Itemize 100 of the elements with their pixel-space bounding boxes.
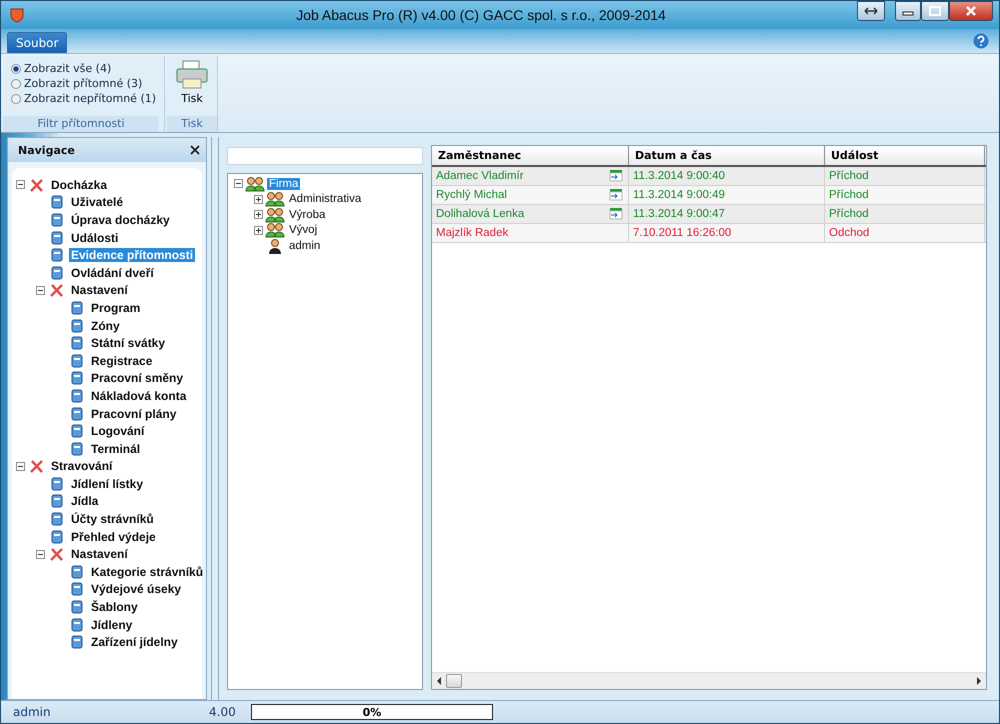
menu-tab[interactable]: Soubor bbox=[7, 32, 68, 53]
right-arrow-icon[interactable] bbox=[976, 677, 982, 685]
item-icon bbox=[69, 335, 85, 352]
tree-item[interactable]: Výroba bbox=[287, 208, 328, 221]
item-icon bbox=[69, 370, 85, 386]
nav-item[interactable]: Nákladová konta bbox=[89, 388, 188, 403]
nav-item[interactable]: Výdejové úseky bbox=[89, 582, 184, 596]
table-cell: Příchod bbox=[829, 189, 869, 201]
tree-item[interactable]: Administrativa bbox=[287, 193, 364, 206]
nav-item[interactable]: Uživatelé bbox=[69, 195, 126, 210]
collapse-icon[interactable] bbox=[36, 550, 45, 559]
nav-item[interactable]: Státní svátky bbox=[89, 336, 168, 350]
expand-icon[interactable] bbox=[254, 226, 263, 235]
nav-item[interactable]: Program bbox=[89, 300, 142, 315]
status-version: 4.00 bbox=[209, 705, 237, 719]
tools-icon bbox=[29, 458, 45, 474]
nav-item[interactable]: Evidence přítomnosti bbox=[69, 248, 196, 262]
close-icon bbox=[965, 6, 977, 16]
item-icon bbox=[49, 194, 65, 210]
nav-item[interactable]: Nastavení bbox=[69, 283, 130, 298]
expand-icon[interactable] bbox=[254, 194, 263, 204]
tree-item[interactable]: admin bbox=[287, 240, 322, 252]
item-icon bbox=[69, 440, 85, 457]
left-arrow-icon[interactable] bbox=[436, 677, 442, 685]
item-icon bbox=[49, 528, 65, 545]
item-icon bbox=[69, 300, 85, 316]
nav-item[interactable]: Pracovní směny bbox=[89, 371, 186, 386]
item-icon bbox=[49, 493, 65, 510]
table-cell: 11.3.2014 9:00:49 bbox=[633, 189, 725, 201]
item-icon bbox=[69, 406, 85, 422]
maximize-icon bbox=[929, 6, 941, 16]
tree-item[interactable]: Vývoj bbox=[287, 224, 320, 236]
item-icon bbox=[69, 423, 85, 440]
tree-item[interactable]: Firma bbox=[267, 178, 300, 190]
item-icon bbox=[49, 264, 65, 281]
nav-item[interactable]: Terminál bbox=[89, 442, 142, 456]
expand-icon[interactable] bbox=[254, 210, 263, 220]
nav-item[interactable]: Registrace bbox=[89, 354, 154, 368]
tools-icon bbox=[49, 546, 65, 562]
table-cell: Příchod bbox=[829, 208, 869, 220]
column-header[interactable]: Datum a čas bbox=[629, 146, 825, 165]
nav-item[interactable]: Jídlení lístky bbox=[69, 476, 146, 491]
nav-item[interactable]: Nastavení bbox=[69, 547, 130, 562]
column-header[interactable]: Zaměstnanec bbox=[432, 146, 629, 165]
minimize-button[interactable] bbox=[895, 1, 921, 21]
collapse-icon[interactable] bbox=[16, 462, 25, 471]
radio-option[interactable]: Zobrazit přítomné (3) bbox=[11, 77, 156, 90]
nav-item[interactable]: Stravování bbox=[49, 459, 114, 474]
item-icon bbox=[69, 352, 85, 369]
column-header[interactable]: Událost bbox=[825, 146, 985, 165]
search-field[interactable] bbox=[227, 147, 423, 165]
item-icon bbox=[69, 564, 85, 580]
tools-icon bbox=[49, 282, 65, 298]
item-icon bbox=[69, 599, 85, 616]
nav-item[interactable]: Pracovní plány bbox=[89, 406, 178, 421]
table-cell: 11.3.2014 9:00:40 bbox=[633, 170, 725, 182]
radio-option[interactable]: Zobrazit vše (4) bbox=[11, 62, 156, 75]
print-button[interactable]: Tisk bbox=[175, 58, 210, 114]
nav-item[interactable]: Úprava docházky bbox=[69, 212, 172, 227]
help-icon[interactable] bbox=[973, 33, 989, 49]
maximize-button[interactable] bbox=[921, 1, 949, 21]
item-icon bbox=[49, 511, 65, 528]
printer-icon bbox=[175, 60, 210, 90]
people-icon bbox=[265, 191, 285, 208]
nav-item[interactable]: Kategorie strávníků bbox=[89, 564, 206, 579]
nav-item[interactable]: Logování bbox=[89, 424, 146, 438]
nav-item[interactable]: Přehled výdeje bbox=[69, 530, 158, 544]
nav-item[interactable]: Docházka bbox=[49, 178, 110, 192]
radio-option[interactable]: Zobrazit nepřítomné (1) bbox=[11, 92, 156, 105]
tools-icon bbox=[29, 176, 45, 193]
scroll-thumb[interactable] bbox=[446, 674, 462, 688]
nav-item[interactable]: Účty strávníků bbox=[69, 512, 156, 526]
table-cell: Rychlý Michal bbox=[436, 189, 507, 201]
resize-button[interactable] bbox=[857, 1, 885, 21]
item-icon bbox=[69, 318, 85, 334]
table-cell: Dolihalová Lenka bbox=[436, 208, 524, 220]
group-label: Filtr přítomnosti bbox=[3, 116, 159, 132]
nav-item[interactable]: Události bbox=[69, 230, 120, 245]
window-title: Job Abacus Pro (R) v4.00 (C) GACC spol. s r.o., 2009-2014 bbox=[295, 7, 667, 23]
expand-icon[interactable] bbox=[234, 179, 243, 188]
table-cell: Odchod bbox=[829, 227, 870, 239]
nav-item[interactable]: Jídleny bbox=[89, 618, 134, 632]
close-icon[interactable] bbox=[190, 145, 200, 155]
table-cell: Příchod bbox=[829, 170, 869, 182]
nav-item[interactable]: Jídla bbox=[69, 494, 100, 508]
collapse-icon[interactable] bbox=[36, 286, 45, 295]
nav-item[interactable]: Zóny bbox=[89, 318, 122, 333]
item-icon bbox=[69, 634, 85, 650]
progress-label: 0% bbox=[362, 706, 382, 718]
nav-item[interactable]: Zařízení jídelny bbox=[89, 635, 180, 650]
nav-item[interactable]: Šablony bbox=[89, 600, 140, 614]
nav-item[interactable]: Ovládání dveří bbox=[69, 266, 156, 280]
table-cell: Majzlík Radek bbox=[436, 227, 508, 239]
table-cell: Adamec Vladimír bbox=[436, 170, 524, 182]
shield-icon bbox=[9, 7, 25, 23]
horizontal-scrollbar[interactable] bbox=[432, 672, 986, 689]
close-button[interactable] bbox=[949, 1, 993, 21]
table-cell: 7.10.2011 16:26:00 bbox=[633, 227, 732, 239]
collapse-icon[interactable] bbox=[16, 180, 25, 190]
people-icon bbox=[265, 222, 285, 238]
